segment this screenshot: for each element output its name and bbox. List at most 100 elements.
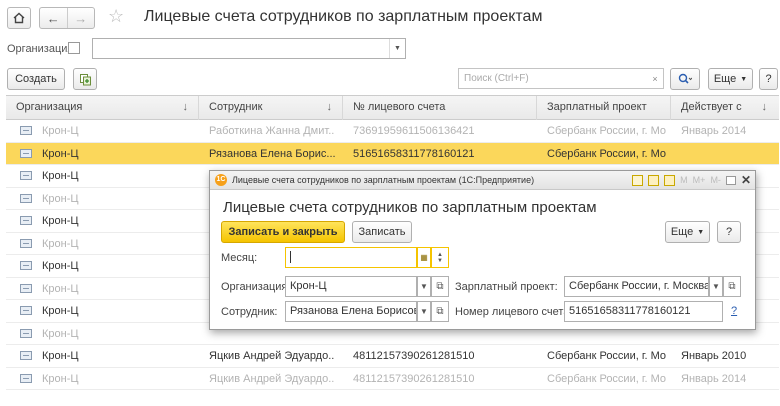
- dialog-titlebar: 1С Лицевые счета сотрудников по зарплатн…: [210, 171, 755, 190]
- open-icon: ⧉: [436, 281, 444, 292]
- table-row[interactable]: Крон-Ц Яцкив Андрей Эдуардо... 48112157390…: [6, 368, 779, 390]
- cell-org: Крон-Ц: [42, 350, 79, 362]
- cell-employee: Рязанова Елена Борис...: [209, 147, 335, 160]
- chevron-down-icon: ▼: [420, 282, 428, 291]
- memory-plus-icon[interactable]: M+: [693, 175, 706, 185]
- org-filter-checkbox[interactable]: [68, 42, 80, 54]
- account-record-icon: [20, 261, 32, 270]
- save-close-button[interactable]: Записать и закрыть: [221, 221, 345, 243]
- column-header-employee[interactable]: Сотрудник ↓: [199, 96, 343, 120]
- memory-minus-icon[interactable]: M-: [710, 175, 721, 185]
- create-button-label: Создать: [15, 73, 57, 85]
- cell-account: 48112157390261281510: [353, 372, 475, 385]
- help-button[interactable]: ?: [759, 68, 778, 90]
- month-label: Месяц:: [221, 252, 258, 264]
- column-header-project[interactable]: Зарплатный проект: [537, 96, 671, 120]
- table-row[interactable]: Крон-Ц Работкина Жанна Дмит... 73691959611…: [6, 120, 779, 143]
- account-record-icon: [20, 171, 32, 180]
- cell-org: Крон-Ц: [42, 282, 79, 295]
- cell-org: Крон-Ц: [42, 215, 79, 227]
- history-nav: ← →: [39, 7, 95, 29]
- table-header: Организация ↓ Сотрудник ↓ № лицевого счета…: [6, 96, 779, 120]
- dialog-help-button[interactable]: ?: [717, 221, 741, 243]
- help-label: ?: [765, 73, 772, 85]
- dialog-more-button[interactable]: Еще ▼: [665, 221, 710, 243]
- account-label: Номер лицевого счета:: [455, 306, 573, 318]
- clear-search-icon[interactable]: ×: [647, 69, 663, 88]
- account-record-icon: [20, 126, 32, 135]
- project-open[interactable]: ⧉: [723, 276, 741, 297]
- cell-org: Крон-Ц: [42, 372, 79, 385]
- chevron-down-icon[interactable]: ▼: [389, 39, 405, 58]
- month-calendar-button[interactable]: ▦: [417, 247, 431, 268]
- more-button[interactable]: Еще ▼: [708, 68, 753, 90]
- cell-since: Январь 2010: [681, 350, 747, 362]
- column-header-since[interactable]: Действует с ↓: [671, 96, 779, 120]
- table-row[interactable]: Крон-Ц Яцкив Андрей Эдуардо... 48112157390…: [6, 345, 779, 368]
- employee-open[interactable]: ⧉: [431, 301, 449, 322]
- cell-employee: Яцкив Андрей Эдуардо...: [209, 372, 335, 385]
- create-button[interactable]: Создать: [7, 68, 65, 90]
- account-record-icon: [20, 283, 32, 293]
- open-icon: ⧉: [728, 281, 736, 292]
- account-input[interactable]: 51651658311778160121: [564, 301, 723, 322]
- memory-m-icon[interactable]: M: [680, 175, 688, 185]
- account-record-icon: [20, 328, 32, 338]
- cell-org: Крон-Ц: [42, 260, 79, 272]
- calculator-icon[interactable]: [632, 174, 644, 186]
- account-record-icon: [20, 193, 32, 203]
- column-header-org[interactable]: Организация ↓: [6, 96, 199, 120]
- column-header-account[interactable]: № лицевого счета: [343, 96, 537, 120]
- cell-employee: Яцкив Андрей Эдуардо...: [209, 350, 335, 362]
- forward-button[interactable]: →: [66, 8, 95, 28]
- account-help-link[interactable]: ?: [731, 305, 737, 317]
- copy-button[interactable]: [73, 68, 97, 90]
- page-title: Лицевые счета сотрудников по зарплатным …: [144, 8, 543, 25]
- cell-org: Крон-Ц: [42, 125, 79, 137]
- dialog-titlebar-icons: M M+ M- ✕: [632, 173, 751, 187]
- project-label: Зарплатный проект:: [455, 281, 558, 293]
- record-dialog: 1С Лицевые счета сотрудников по зарплатн…: [209, 170, 756, 330]
- table-row[interactable]: Крон-Ц Рязанова Елена Борис... 51651658311…: [6, 142, 779, 165]
- month-spin-button[interactable]: ▲ ▼: [431, 247, 449, 268]
- cell-org: Крон-Ц: [42, 170, 79, 182]
- org-filter-input[interactable]: ▼: [92, 38, 406, 59]
- cell-since: [681, 143, 776, 165]
- chevron-down-icon: ▼: [740, 75, 748, 83]
- cell-org: Крон-Ц: [42, 237, 79, 250]
- calendar-icon[interactable]: [648, 174, 660, 186]
- save-button[interactable]: Записать: [352, 221, 412, 243]
- spin-down-icon: ▼: [437, 257, 443, 264]
- home-icon: [13, 12, 25, 24]
- cell-project: Сбербанк России, г. Мо...: [547, 125, 667, 137]
- search-input[interactable]: Поиск (Ctrl+F) ×: [458, 68, 664, 89]
- favorite-star-icon[interactable]: ☆: [108, 6, 124, 27]
- project-dropdown[interactable]: ▼: [709, 276, 723, 297]
- dialog-org-input[interactable]: Крон-Ц: [285, 276, 417, 297]
- account-record-icon: [20, 351, 32, 360]
- employee-input[interactable]: Рязанова Елена Борисовн: [285, 301, 417, 322]
- project-input[interactable]: Сбербанк России, г. Москва I: [564, 276, 709, 297]
- chevron-down-icon: ▼: [697, 228, 705, 236]
- employee-label: Сотрудник:: [221, 306, 278, 318]
- back-button[interactable]: ←: [40, 8, 67, 28]
- chevron-down-icon: ▼: [420, 307, 428, 316]
- text-cursor: [290, 251, 291, 263]
- cell-project: Сбербанк России, г. Мо...: [547, 372, 667, 385]
- search-button[interactable]: [670, 68, 700, 90]
- month-input[interactable]: [285, 247, 417, 268]
- link-icon[interactable]: [664, 174, 676, 186]
- cell-project: Сбербанк России, г. Мо...: [547, 147, 667, 160]
- employee-dropdown[interactable]: ▼: [417, 301, 431, 322]
- 1c-logo-icon: 1С: [215, 174, 227, 186]
- sort-arrow-icon: ↓: [761, 101, 768, 113]
- cell-account: 51651658311778160121: [353, 147, 475, 160]
- maximize-icon[interactable]: [725, 175, 736, 185]
- close-icon[interactable]: ✕: [741, 173, 751, 187]
- home-button[interactable]: [7, 7, 31, 29]
- dialog-org-dropdown[interactable]: ▼: [417, 276, 431, 297]
- dialog-heading: Лицевые счета сотрудников по зарплатным …: [223, 199, 597, 216]
- search-placeholder: Поиск (Ctrl+F): [464, 73, 529, 84]
- cell-org: Крон-Ц: [42, 305, 79, 317]
- dialog-org-open[interactable]: ⧉: [431, 276, 449, 297]
